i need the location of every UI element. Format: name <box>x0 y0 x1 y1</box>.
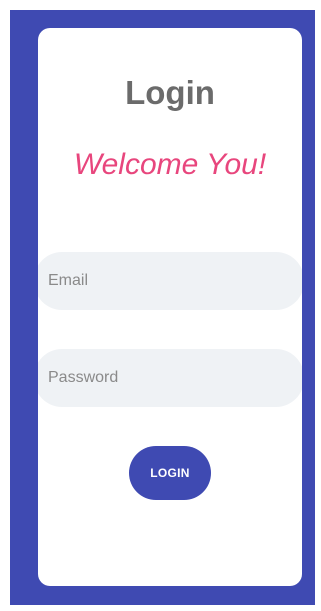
page-title: Login <box>125 74 215 111</box>
welcome-text: Welcome You! <box>73 148 267 181</box>
login-card: Login Welcome You! LOGIN <box>38 28 302 586</box>
password-field[interactable] <box>38 349 302 407</box>
email-field[interactable] <box>38 252 302 310</box>
app-screen: Login Welcome You! LOGIN <box>10 10 315 605</box>
login-button[interactable]: LOGIN <box>129 446 211 500</box>
